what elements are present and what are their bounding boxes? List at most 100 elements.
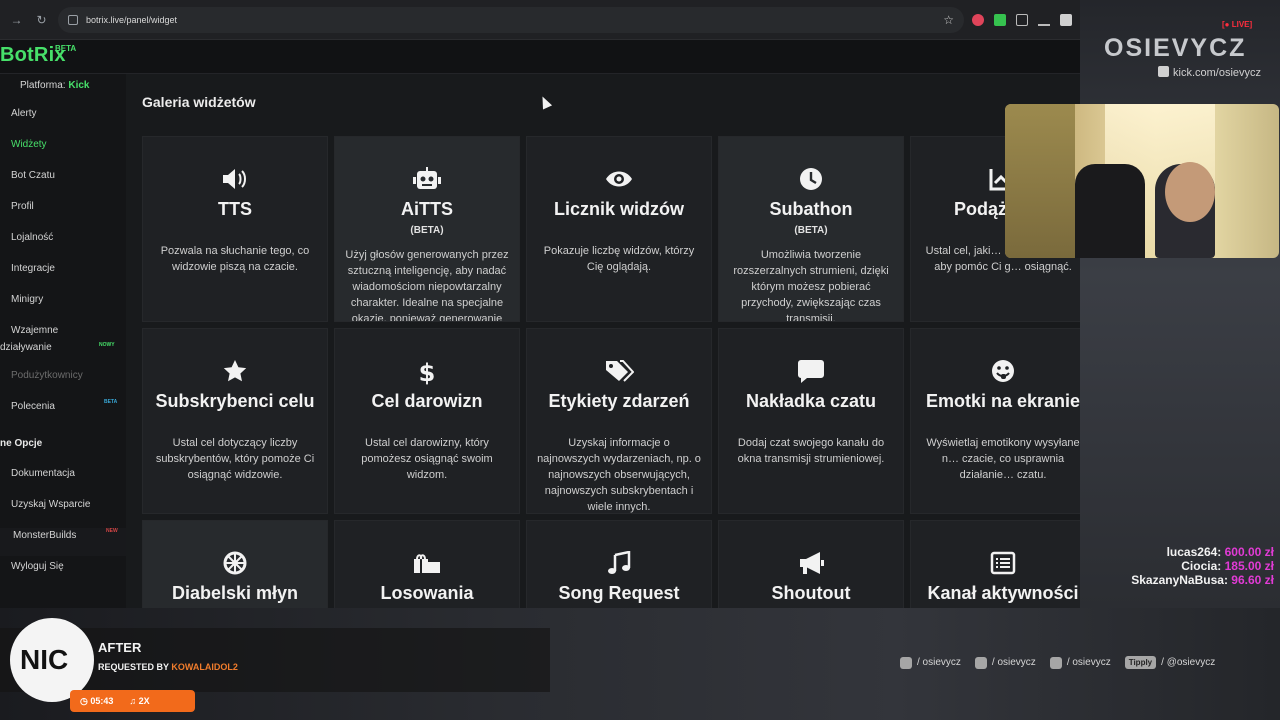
widget-card-shoutout[interactable]: Shoutout: [718, 520, 904, 608]
card-title: Emotki na ekranie: [925, 391, 1080, 411]
megaphone-icon: [719, 551, 903, 577]
nowy-badge: NOWY: [99, 342, 115, 348]
sidebar-item-wsparcie[interactable]: Uzyskaj Wsparcie: [11, 499, 90, 510]
widget-card-song-request[interactable]: Song Request: [526, 520, 712, 608]
site-info-icon[interactable]: [68, 14, 78, 25]
card-description: Ustal cel dotyczący liczby subskrybentów…: [155, 437, 315, 481]
album-disc-label: NIC: [20, 644, 69, 675]
bookmark-star-icon[interactable]: ☆: [943, 13, 954, 27]
card-subtitle: (BETA): [794, 225, 828, 236]
wheel-icon: [143, 551, 327, 577]
widget-card-emotki[interactable]: Emotki na ekranie Wyświetlaj emotikony w…: [910, 328, 1080, 514]
widget-card-etykiety-zdarzen[interactable]: Etykiety zdarzeń Uzyskaj informacje o na…: [526, 328, 712, 514]
volume-icon: [143, 167, 327, 193]
widget-card-subskrybenci-celu[interactable]: Subskrybenci celu Ustal cel dotyczący li…: [142, 328, 328, 514]
card-description: Użyj głosów generowanych przez sztuczną …: [345, 249, 509, 322]
social-handle: / osievycz: [991, 657, 1036, 668]
sidebar-item-bot-czatu[interactable]: Bot Czatu: [11, 170, 55, 181]
widget-card-subathon[interactable]: Subathon (BETA) Umożliwia tworzenie rozs…: [718, 136, 904, 322]
card-title: Song Request: [558, 583, 680, 603]
star-icon: [143, 359, 327, 385]
sidebar-item-dzialywanie[interactable]: działywanie: [0, 342, 52, 353]
sidebar-item-profil[interactable]: Profil: [11, 201, 34, 212]
url-text[interactable]: botrix.live/panel/widget: [86, 15, 935, 25]
widget-card-licznik-widzow[interactable]: Licznik widzów Pokazuje liczbę widzów, k…: [526, 136, 712, 322]
widget-card-nakladka-czatu[interactable]: Nakładka czatu Dodaj czat swojego kanału…: [718, 328, 904, 514]
robot-icon: [335, 167, 519, 193]
dollar-icon: $: [335, 359, 519, 385]
chat-icon: [719, 359, 903, 385]
gifts-icon: [335, 551, 519, 577]
tab-search-icon[interactable]: [1060, 13, 1072, 26]
sidebar-section-title: ne Opcje: [0, 438, 43, 449]
emoji-icon: [911, 359, 1080, 385]
webcam-chair: [1075, 164, 1145, 258]
widget-card-aitts[interactable]: AiTTS (BETA) Użyj głosów generowanych pr…: [334, 136, 520, 322]
card-title: AiTTS: [401, 199, 453, 219]
card-title: Kanał aktywności: [927, 583, 1079, 603]
social-handle: / osievycz: [917, 657, 961, 668]
app-header: [0, 40, 1080, 74]
social-handle: / osievycz: [1066, 657, 1111, 668]
donation-list: lucas264: 600.00 zł Ciocia: 185.00 zł Sk…: [1131, 545, 1274, 587]
card-description: Uzyskaj informacje o najnowszych wydarze…: [537, 437, 701, 513]
sidebar-item-polecenia[interactable]: Polecenia: [11, 401, 55, 412]
logo-beta-badge: BETA: [55, 44, 77, 53]
donor-name: SkazanyNaBusa:: [1131, 573, 1228, 587]
card-title: Diabelski młyn: [171, 583, 299, 603]
song-title: AFTER: [98, 640, 142, 655]
extension-red-icon[interactable]: [972, 13, 984, 26]
widget-card-cel-darowizn[interactable]: $ Cel darowizn Ustal cel darowizny, któr…: [334, 328, 520, 514]
sidebar-item-integracje[interactable]: Integracje: [11, 263, 55, 274]
card-description: Pokazuje liczbę widzów, którzy Cię ogląd…: [543, 245, 695, 273]
sidebar-item-wyloguj[interactable]: Wyloguj Się: [11, 561, 64, 572]
page-title: Galeria widżetów: [142, 94, 256, 110]
widget-card-losowania[interactable]: Losowania: [334, 520, 520, 608]
card-description: Pozwala na słuchanie tego, co widzowie p…: [160, 245, 310, 273]
sidebar-item-monsterbuilds[interactable]: MonsterBuilds: [13, 530, 76, 541]
kick-link: kick.com/osievycz: [1158, 66, 1261, 79]
sidebar-item-poduzytkownicy[interactable]: Podużytkownicy: [11, 370, 83, 381]
kick-url: kick.com/osievycz: [1173, 67, 1262, 79]
tipply-icon: Tipply: [1124, 656, 1157, 669]
widget-gallery: Galeria widżetów TTS Pozwala na słuchani…: [126, 74, 1080, 608]
card-title: Nakładka czatu: [745, 391, 877, 411]
card-subtitle: (BETA): [410, 225, 444, 236]
instagram-icon: [900, 656, 912, 669]
live-text: LIVE: [1231, 20, 1250, 29]
widget-card-tts[interactable]: TTS Pozwala na słuchanie tego, co widzow…: [142, 136, 328, 322]
sidebar-item-wzajemne[interactable]: Wzajemne: [11, 325, 58, 336]
donation-amount: 600.00 zł: [1224, 545, 1274, 559]
youtube-icon: [1049, 656, 1062, 669]
donation-row: SkazanyNaBusa: 96.60 zł: [1131, 573, 1274, 587]
live-indicator: [● LIVE]: [1222, 20, 1253, 29]
sidebar-item-widzety[interactable]: Widżety: [11, 139, 47, 150]
platform-indicator: Platforma: Kick: [20, 80, 89, 91]
mouse-cursor: [537, 94, 553, 110]
widget-card-kanal-aktywnosci[interactable]: Kanał aktywności: [910, 520, 1080, 608]
sidebar-item-minigry[interactable]: Minigry: [11, 294, 43, 305]
channel-name: OSIEVYCZ: [1104, 34, 1247, 62]
extension-green-icon[interactable]: [994, 13, 1006, 26]
widget-card-diabelski-mlyn[interactable]: Diabelski młyn: [142, 520, 328, 608]
sidebar-item-lojalnosc[interactable]: Lojalność: [11, 232, 53, 243]
reload-icon[interactable]: ↻: [33, 11, 50, 29]
card-title: Licznik widzów: [553, 199, 684, 219]
donor-name: Ciocia:: [1181, 559, 1222, 573]
browser-toolbar: → ↻ botrix.live/panel/widget ☆: [0, 0, 1080, 40]
song-time-value: 05:43: [90, 695, 114, 706]
new-badge: NEW: [106, 528, 118, 534]
sidebar-item-alerty[interactable]: Alerty: [11, 108, 37, 119]
platform-label: Platforma:: [20, 80, 66, 91]
card-title: Losowania: [380, 583, 474, 603]
address-bar[interactable]: botrix.live/panel/widget ☆: [58, 6, 964, 33]
extensions-puzzle-icon[interactable]: [1016, 13, 1028, 26]
donor-name: lucas264:: [1166, 545, 1222, 559]
song-count-value: 2X: [138, 696, 150, 706]
tags-icon: [527, 359, 711, 385]
back-icon[interactable]: →: [8, 11, 25, 29]
sidebar-item-dokumentacja[interactable]: Dokumentacja: [11, 468, 75, 479]
tiktok-icon: [974, 656, 987, 669]
download-icon[interactable]: [1038, 14, 1050, 26]
beta-badge: BETA: [104, 399, 118, 405]
